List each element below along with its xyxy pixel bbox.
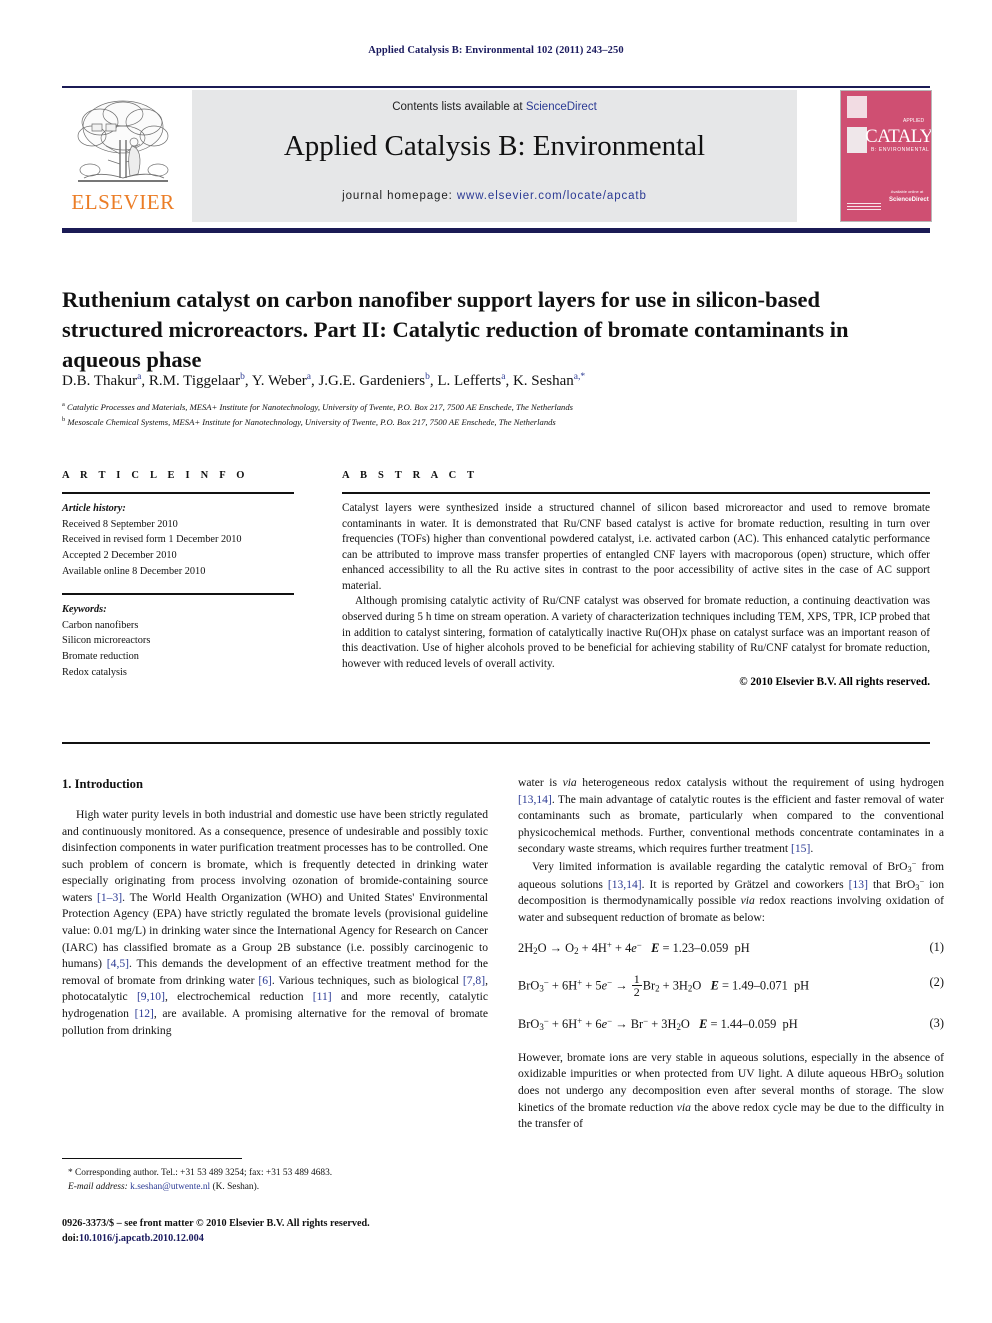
author-name: D.B. Thakur [62,373,138,389]
doi-link[interactable]: 10.1016/j.apcatb.2010.12.004 [79,1233,204,1244]
cover-barcode-lines [847,203,881,212]
abstract-paragraph: Although promising catalytic activity of… [342,595,930,670]
cover-subtitle: B: ENVIRONMENTAL [871,147,930,153]
cover-applied-label: APPLIED [903,118,925,124]
abstract-block: A B S T R A C T Catalyst layers were syn… [342,470,930,688]
running-head: Applied Catalysis B: Environmental 102 (… [368,45,624,56]
equation-3-number: (3) [929,1015,944,1030]
keyword-item: Bromate reduction [62,651,139,663]
intro-paragraph-right-2: Very limited information is available re… [518,858,944,925]
issn-line: 0926-3373/$ – see front matter © 2010 El… [62,1218,370,1229]
author-affiliation-mark: b [425,372,430,382]
article-info-block: A R T I C L E I N F O Article history: R… [62,470,302,680]
author-name: L. Lefferts [437,373,502,389]
author-affiliation-mark: a [306,372,311,382]
author-name: Y. Weber [251,373,307,389]
intro-paragraph-left: High water purity levels in both industr… [62,808,489,1037]
affiliation-item: b Mesoscale Chemical Systems, MESA+ Inst… [62,415,556,427]
intro-paragraph-right-3: However, bromate ions are very stable in… [518,1050,945,1131]
homepage-prefix: journal homepage: [342,190,457,202]
author-name: R.M. Tiggelaar [148,373,241,389]
doi-prefix: doi: [62,1233,79,1245]
journal-homepage-line: journal homepage: www.elsevier.com/locat… [192,190,797,202]
author-affiliation-mark: a [137,372,142,382]
equation-1-number: (1) [929,939,944,954]
masthead-bottom-rule [62,228,930,233]
keyword-item: Carbon nanofibers [62,619,139,631]
footnote-block: * Corresponding author. Tel.: +31 53 489… [62,1166,488,1194]
abstract-paragraph: Catalyst layers were synthesized inside … [342,502,930,592]
imprint-block: 0926-3373/$ – see front matter © 2010 El… [62,1216,502,1247]
abstract-body: Catalyst layers were synthesized inside … [342,501,930,672]
intro-paragraph-right-1: water is via heterogeneous redox catalys… [518,776,944,856]
keywords-block: Keywords: Carbon nanofibers Silicon micr… [62,602,302,680]
elsevier-wordmark: ELSEVIER [71,190,175,214]
email-suffix: (K. Seshan). [212,1182,260,1193]
equation-block: 2H2O → O2 + 4H+ + 4e− E = 1.23–0.059 pH … [518,939,944,1034]
body-column-right: water is via heterogeneous redox catalys… [518,775,944,1133]
author-list: D.B. Thakura, R.M. Tiggelaarb, Y. Webera… [62,372,586,389]
article-history: Article history: Received 8 September 20… [62,501,302,579]
author-name: J.G.E. Gardeniers [318,373,426,389]
keywords-rule [62,593,294,596]
equation-2: BrO3− + 6H+ + 5e− → 1 2 Br2 + 3H2O E = 1.4… [518,971,944,999]
section-heading-introduction: 1. Introduction [62,777,143,791]
article-info-rule [62,492,294,494]
abstract-heading: A B S T R A C T [342,470,479,481]
paper-page: Applied Catalysis B: Environmental 102 (… [0,0,992,1323]
masthead-band: Contents lists available at ScienceDirec… [192,90,797,222]
email-label: E-mail address: [68,1182,128,1193]
equation-1: 2H2O → O2 + 4H+ + 4e− E = 1.23–0.059 pH … [518,939,944,956]
elsevier-logo: ELSEVIER [62,90,184,222]
author-name: K. Seshan [512,373,574,389]
homepage-url-link[interactable]: www.elsevier.com/locate/apcatb [457,190,647,202]
keyword-item: Redox catalysis [62,666,127,678]
abstract-rule [342,492,930,494]
affiliation-list: a Catalytic Processes and Materials, MES… [62,400,922,430]
author-affiliation-mark: b [240,372,245,382]
masthead-top-rule [62,86,930,88]
corresponding-author-note: * Corresponding author. Tel.: +31 53 489… [68,1168,333,1178]
author-affiliation-mark: a,* [573,372,586,382]
email-link[interactable]: k.seshan@utwente.nl [130,1182,210,1192]
author-affiliation-mark: a [501,372,506,382]
article-history-label: Article history: [62,503,126,514]
journal-cover-thumbnail: APPLIED CATALYSIS B: ENVIRONMENTAL Avail… [840,90,932,222]
abstract-bottom-rule [62,742,930,744]
email-note: E-mail address: k.seshan@utwente.nl (K. … [62,1180,488,1194]
cover-sciencedirect: ScienceDirect [889,197,929,203]
cover-elsevier-mark [847,96,867,118]
cover-title: CATALYSIS [865,126,932,147]
equation-2-number: (2) [929,974,944,989]
doi-line: doi:10.1016/j.apcatb.2010.12.004 [62,1231,502,1246]
history-item: Available online 8 December 2010 [62,565,206,577]
journal-title: Applied Catalysis B: Environmental [283,130,706,162]
journal-masthead: ELSEVIER Contents lists available at Sci… [62,90,932,222]
history-item: Accepted 2 December 2010 [62,549,177,561]
history-item: Received in revised form 1 December 2010 [62,534,242,546]
cover-graphic [847,127,867,153]
keywords-label: Keywords: [62,604,107,616]
keyword-item: Silicon microreactors [62,635,151,647]
history-item: Received 8 September 2010 [62,518,178,530]
footnote-separator [62,1158,242,1159]
page-title: Ruthenium catalyst on carbon nanofiber s… [62,287,849,373]
affiliation-item: a Catalytic Processes and Materials, MES… [62,401,573,412]
contents-prefix: Contents lists available at [392,101,526,113]
sciencedirect-link[interactable]: ScienceDirect [526,101,597,113]
contents-available-line: Contents lists available at ScienceDirec… [192,101,797,113]
article-info-heading: A R T I C L E I N F O [62,470,249,481]
cover-available-at: Available online at [890,189,924,194]
copyright-line: © 2010 Elsevier B.V. All rights reserved… [739,676,930,689]
equation-3: BrO3− + 6H+ + 6e− → Br− + 3H2O E = 1.44–… [518,1015,944,1032]
body-column-left: 1. Introduction High water purity levels… [62,775,488,1039]
elsevier-tree-icon [77,100,169,182]
